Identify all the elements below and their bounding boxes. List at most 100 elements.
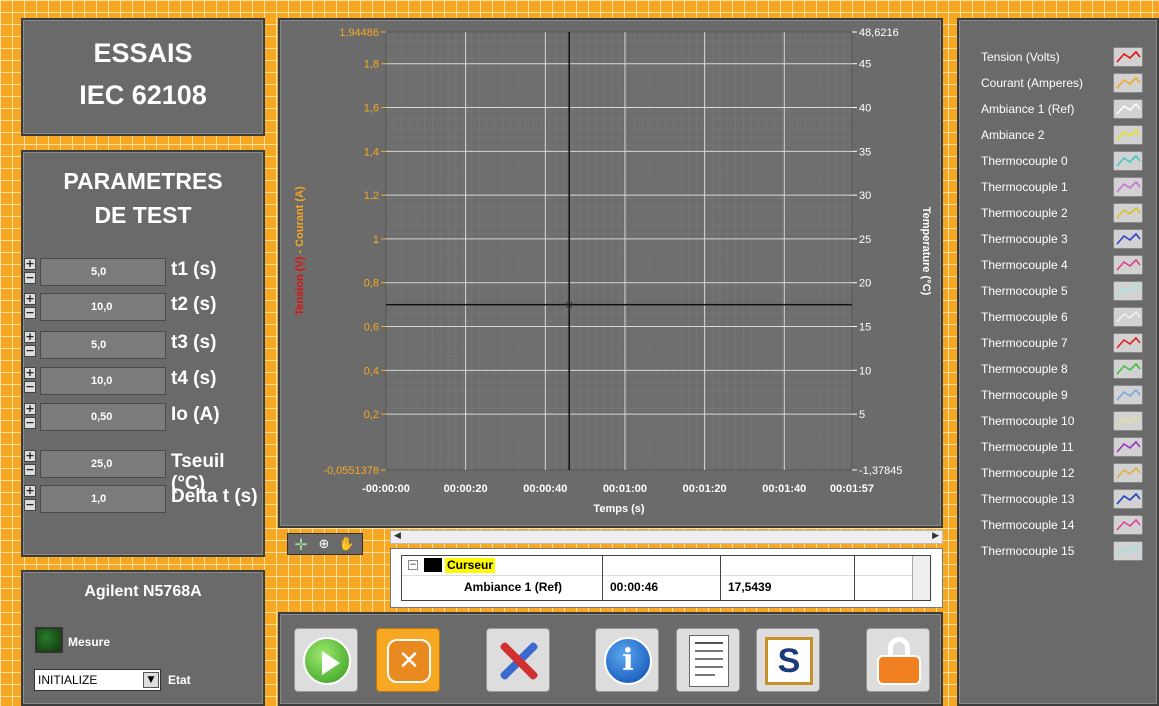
- legend-line-icon[interactable]: [1113, 333, 1143, 353]
- param-value-input[interactable]: 1,0: [40, 485, 166, 513]
- legend-line-icon[interactable]: [1113, 229, 1143, 249]
- legend-line-icon[interactable]: [1113, 411, 1143, 431]
- legend-line-icon[interactable]: [1113, 125, 1143, 145]
- info-button[interactable]: i: [595, 628, 659, 692]
- legend-item[interactable]: Thermocouple 14: [981, 515, 1143, 537]
- increment-icon[interactable]: +: [24, 293, 36, 305]
- zoom-icon[interactable]: ⊕: [315, 536, 333, 554]
- decrement-icon[interactable]: −: [24, 464, 36, 476]
- logo-s-button[interactable]: S: [756, 628, 820, 692]
- graph-scrollbar[interactable]: ◀ ▶: [390, 530, 943, 544]
- crosshair-icon[interactable]: ✛: [292, 536, 310, 554]
- legend-line-icon[interactable]: [1113, 47, 1143, 67]
- param-value-input[interactable]: 5,0: [40, 331, 166, 359]
- stop-button[interactable]: ✕: [376, 628, 440, 692]
- legend-line-icon[interactable]: [1113, 255, 1143, 275]
- legend-item[interactable]: Thermocouple 15: [981, 541, 1143, 563]
- x-tick-label: 00:00:20: [444, 483, 488, 495]
- legend-item[interactable]: Ambiance 1 (Ref): [981, 99, 1143, 121]
- increment-icon[interactable]: +: [24, 403, 36, 415]
- legend-item[interactable]: Thermocouple 12: [981, 463, 1143, 485]
- legend-item[interactable]: Thermocouple 2: [981, 203, 1143, 225]
- decrement-icon[interactable]: −: [24, 307, 36, 319]
- legend-item[interactable]: Courant (Amperes): [981, 73, 1143, 95]
- legend-item[interactable]: Thermocouple 0: [981, 151, 1143, 173]
- state-select[interactable]: INITIALIZE ▼: [34, 669, 161, 691]
- decrement-icon[interactable]: −: [24, 272, 36, 284]
- legend-item[interactable]: Thermocouple 11: [981, 437, 1143, 459]
- legend-line-icon[interactable]: [1113, 177, 1143, 197]
- state-label: Etat: [168, 673, 191, 687]
- report-button[interactable]: [676, 628, 740, 692]
- numeric-stepper[interactable]: + −: [24, 485, 38, 513]
- left-tick-label: 1,94486: [339, 27, 379, 39]
- legend-item[interactable]: Thermocouple 3: [981, 229, 1143, 251]
- numeric-stepper[interactable]: + −: [24, 331, 38, 359]
- pan-hand-icon[interactable]: ✋: [338, 536, 356, 554]
- legend-line-icon[interactable]: [1113, 151, 1143, 171]
- legend-line-icon[interactable]: [1113, 437, 1143, 457]
- col-sep: [602, 556, 603, 600]
- numeric-stepper[interactable]: + −: [24, 450, 38, 478]
- legend-item[interactable]: Thermocouple 6: [981, 307, 1143, 329]
- param-value-input[interactable]: 10,0: [40, 367, 166, 395]
- legend-line-icon[interactable]: [1113, 541, 1143, 561]
- decrement-icon[interactable]: −: [24, 345, 36, 357]
- numeric-stepper[interactable]: + −: [24, 258, 38, 286]
- device-panel: Agilent N5768A Mesure INITIALIZE ▼ Etat: [21, 570, 265, 706]
- legend-item[interactable]: Thermocouple 10: [981, 411, 1143, 433]
- param-value-input[interactable]: 10,0: [40, 293, 166, 321]
- scroll-left-icon[interactable]: ◀: [394, 531, 401, 541]
- left-tick-label: 0,8: [364, 278, 379, 290]
- legend-line-icon[interactable]: [1113, 359, 1143, 379]
- param-row: + −1,0 Delta t (s): [24, 485, 259, 513]
- legend-line-icon[interactable]: [1113, 515, 1143, 535]
- increment-icon[interactable]: +: [24, 258, 36, 270]
- param-row: + −5,0 t1 (s): [24, 258, 259, 286]
- legend-line-icon[interactable]: [1113, 385, 1143, 405]
- tools-button[interactable]: [486, 628, 550, 692]
- decrement-icon[interactable]: −: [24, 381, 36, 393]
- legend-line-icon[interactable]: [1113, 463, 1143, 483]
- legend-item[interactable]: Ambiance 2: [981, 125, 1143, 147]
- lock-button[interactable]: [866, 628, 930, 692]
- legend-item[interactable]: Thermocouple 4: [981, 255, 1143, 277]
- play-button[interactable]: [294, 628, 358, 692]
- legend-item[interactable]: Thermocouple 8: [981, 359, 1143, 381]
- legend-item[interactable]: Thermocouple 13: [981, 489, 1143, 511]
- legend-line-icon[interactable]: [1113, 489, 1143, 509]
- decrement-icon[interactable]: −: [24, 499, 36, 511]
- numeric-stepper[interactable]: + −: [24, 293, 38, 321]
- increment-icon[interactable]: +: [24, 331, 36, 343]
- legend-line-icon[interactable]: [1113, 99, 1143, 119]
- param-value-input[interactable]: 5,0: [40, 258, 166, 286]
- legend-label: Ambiance 2: [981, 128, 1045, 142]
- legend-item[interactable]: Thermocouple 5: [981, 281, 1143, 303]
- legend-line-icon[interactable]: [1113, 203, 1143, 223]
- legend-line-icon[interactable]: [1113, 307, 1143, 327]
- cursor-table-scrollbar[interactable]: [912, 556, 930, 600]
- scroll-right-icon[interactable]: ▶: [932, 531, 939, 541]
- legend-item[interactable]: Thermocouple 7: [981, 333, 1143, 355]
- legend-item[interactable]: Thermocouple 1: [981, 177, 1143, 199]
- graph-area[interactable]: -00:00:00 00:00:20 00:00:40 00:01:00 00:01:2…: [280, 20, 941, 526]
- param-label: t4 (s): [171, 368, 217, 389]
- legend-item[interactable]: Tension (Volts): [981, 47, 1143, 69]
- chart-svg[interactable]: -00:00:00 00:00:20 00:00:40 00:01:00 00:01:2…: [280, 20, 941, 526]
- increment-icon[interactable]: +: [24, 367, 36, 379]
- param-value-input[interactable]: 0,50: [40, 403, 166, 431]
- legend-line-icon[interactable]: [1113, 73, 1143, 93]
- increment-icon[interactable]: +: [24, 450, 36, 462]
- cursor-color-swatch[interactable]: [424, 558, 442, 572]
- numeric-stepper[interactable]: + −: [24, 367, 38, 395]
- legend-item[interactable]: Thermocouple 9: [981, 385, 1143, 407]
- chevron-down-icon[interactable]: ▼: [143, 672, 159, 688]
- numeric-stepper[interactable]: + −: [24, 403, 38, 431]
- legend-label: Thermocouple 1: [981, 180, 1068, 194]
- collapse-icon[interactable]: −: [408, 560, 418, 570]
- stop-icon: ✕: [387, 639, 431, 683]
- param-value-input[interactable]: 25,0: [40, 450, 166, 478]
- decrement-icon[interactable]: −: [24, 417, 36, 429]
- increment-icon[interactable]: +: [24, 485, 36, 497]
- legend-line-icon[interactable]: [1113, 281, 1143, 301]
